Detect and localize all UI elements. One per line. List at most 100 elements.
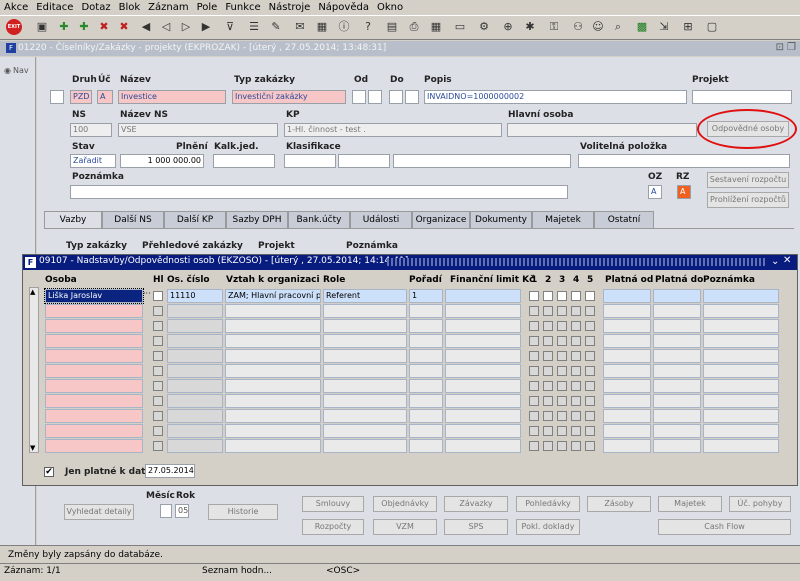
grid-cell-c1[interactable] bbox=[529, 336, 539, 346]
grid-cell-dots[interactable] bbox=[143, 409, 151, 423]
list-icon[interactable]: ☰ bbox=[246, 19, 262, 35]
klasifikace-field-2[interactable] bbox=[338, 154, 390, 168]
grid-cell-hl[interactable] bbox=[153, 291, 163, 301]
grid-cell-poradi[interactable]: 1 bbox=[409, 289, 443, 303]
document-icon[interactable]: ▤ bbox=[384, 19, 400, 35]
grid-cell-os-cislo[interactable] bbox=[167, 364, 223, 378]
grid-cell-platna-od[interactable] bbox=[603, 424, 651, 438]
grid-cell-poradi[interactable] bbox=[409, 364, 443, 378]
grid-cell-c3[interactable] bbox=[557, 336, 567, 346]
grid-cell-c4[interactable] bbox=[571, 321, 581, 331]
calc-icon[interactable]: ▦ bbox=[428, 19, 444, 35]
tab-dalsi-ns[interactable]: Další NS bbox=[102, 211, 164, 228]
grid-cell-c1[interactable] bbox=[529, 411, 539, 421]
cash-flow-button[interactable]: Cash Flow bbox=[658, 519, 791, 535]
tools-icon[interactable]: ⚙ bbox=[476, 19, 492, 35]
pohledavky-button[interactable]: Pohledávky bbox=[516, 496, 580, 512]
klasifikace-field-3[interactable] bbox=[393, 154, 571, 168]
filter-icon[interactable]: ⊽ bbox=[222, 19, 238, 35]
grid-cell-role[interactable] bbox=[323, 379, 407, 393]
grid-cell-poradi[interactable] bbox=[409, 319, 443, 333]
menu-dotaz[interactable]: Dotaz bbox=[77, 0, 114, 13]
grid-cell-c5[interactable] bbox=[585, 381, 595, 391]
menu-pole[interactable]: Pole bbox=[193, 0, 222, 13]
grid-cell-poradi[interactable] bbox=[409, 394, 443, 408]
grid-cell-c1[interactable] bbox=[529, 306, 539, 316]
ns-field[interactable]: 100 bbox=[70, 123, 112, 137]
scroll-down-icon[interactable]: ▼ bbox=[30, 444, 35, 452]
grid-cell-c4[interactable] bbox=[571, 306, 581, 316]
grid-cell-platna-od[interactable] bbox=[603, 349, 651, 363]
grid-cell-platna-do[interactable] bbox=[653, 364, 701, 378]
smlouvy-button[interactable]: Smlouvy bbox=[302, 496, 364, 512]
grid-cell-limit[interactable] bbox=[445, 424, 521, 438]
grid-cell-c5[interactable] bbox=[585, 411, 595, 421]
mail-icon[interactable]: ✉ bbox=[292, 19, 308, 35]
grid-cell-dots[interactable] bbox=[143, 304, 151, 318]
grid-cell-role[interactable] bbox=[323, 349, 407, 363]
insert-record-icon[interactable]: ✚ bbox=[76, 19, 92, 35]
grid-cell-platna-do[interactable] bbox=[653, 319, 701, 333]
poznamka-field[interactable] bbox=[70, 185, 568, 199]
grid-cell-hl[interactable] bbox=[153, 321, 163, 331]
grid-cell-c5[interactable] bbox=[585, 306, 595, 316]
grid-cell-limit[interactable] bbox=[445, 439, 521, 453]
grid-cell-osoba[interactable] bbox=[45, 424, 143, 438]
lov-button[interactable]: ··· bbox=[143, 289, 151, 303]
druh-field[interactable]: PZD bbox=[70, 90, 92, 104]
tab-bank-ucty[interactable]: Bank.účty bbox=[288, 211, 350, 228]
grid-cell-hl[interactable] bbox=[153, 396, 163, 406]
grid-cell-platna-od[interactable] bbox=[603, 409, 651, 423]
grid-cell-vztah[interactable] bbox=[225, 379, 321, 393]
grid-cell-role[interactable]: Referent bbox=[323, 289, 407, 303]
calendar-icon[interactable]: ▦ bbox=[314, 19, 330, 35]
grid-cell-os-cislo[interactable] bbox=[167, 304, 223, 318]
grid-cell-poradi[interactable] bbox=[409, 334, 443, 348]
grid-cell-os-cislo[interactable] bbox=[167, 334, 223, 348]
grid-cell-poradi[interactable] bbox=[409, 379, 443, 393]
grid-cell-c3[interactable] bbox=[557, 366, 567, 376]
grid-cell-dots[interactable] bbox=[143, 334, 151, 348]
uc-pohyby-button[interactable]: Úč. pohyby bbox=[729, 496, 791, 512]
grid-cell-c2[interactable] bbox=[543, 411, 553, 421]
grid-cell-c1[interactable] bbox=[529, 291, 539, 301]
delete-record-icon[interactable]: ✖ bbox=[116, 19, 132, 35]
grid-cell-osoba[interactable]: Liška Jaroslav bbox=[44, 288, 144, 304]
hlavni-osoba-field[interactable] bbox=[507, 123, 697, 137]
monitor-icon[interactable]: ▭ bbox=[452, 19, 468, 35]
objednavky-button[interactable]: Objednávky bbox=[373, 496, 437, 512]
od-field-2[interactable] bbox=[368, 90, 382, 104]
rok-field[interactable]: 05 bbox=[175, 504, 189, 518]
grid-cell-poznamka[interactable] bbox=[703, 379, 779, 393]
grid-cell-limit[interactable] bbox=[445, 349, 521, 363]
grid-cell-os-cislo[interactable] bbox=[167, 319, 223, 333]
user-icon[interactable]: ☺ bbox=[590, 19, 606, 35]
grid-cell-role[interactable] bbox=[323, 364, 407, 378]
jen-platne-date[interactable]: 27.05.2014 bbox=[145, 464, 195, 478]
grid-cell-dots[interactable] bbox=[143, 394, 151, 408]
grid-cell-role[interactable] bbox=[323, 409, 407, 423]
popis-field[interactable]: INVAIDNO=1000000002 bbox=[424, 90, 687, 104]
grid-cell-c3[interactable] bbox=[557, 306, 567, 316]
menu-blok[interactable]: Blok bbox=[115, 0, 145, 13]
menu-zaznam[interactable]: Záznam bbox=[144, 0, 192, 13]
grid-cell-platna-do[interactable] bbox=[653, 424, 701, 438]
grid-cell-vztah[interactable]: ZAM; Hlavní pracovní poměr bbox=[225, 289, 321, 303]
grid-cell-c5[interactable] bbox=[585, 321, 595, 331]
export-icon[interactable]: ⇲ bbox=[656, 19, 672, 35]
grid-cell-os-cislo[interactable] bbox=[167, 424, 223, 438]
menu-okno[interactable]: Okno bbox=[373, 0, 407, 13]
grid-cell-os-cislo[interactable] bbox=[167, 409, 223, 423]
grid-cell-role[interactable] bbox=[323, 424, 407, 438]
stav-field[interactable]: Zařadit bbox=[70, 154, 116, 168]
oz-field[interactable]: A bbox=[648, 185, 662, 199]
grid-cell-platna-do[interactable] bbox=[653, 349, 701, 363]
grid-cell-poznamka[interactable] bbox=[703, 424, 779, 438]
grid-cell-vztah[interactable] bbox=[225, 424, 321, 438]
menu-akce[interactable]: Akce bbox=[0, 0, 32, 13]
mesic-field[interactable] bbox=[160, 504, 172, 518]
grid-cell-limit[interactable] bbox=[445, 319, 521, 333]
grid-cell-c3[interactable] bbox=[557, 396, 567, 406]
grid-cell-limit[interactable] bbox=[445, 409, 521, 423]
grid-cell-c5[interactable] bbox=[585, 441, 595, 451]
